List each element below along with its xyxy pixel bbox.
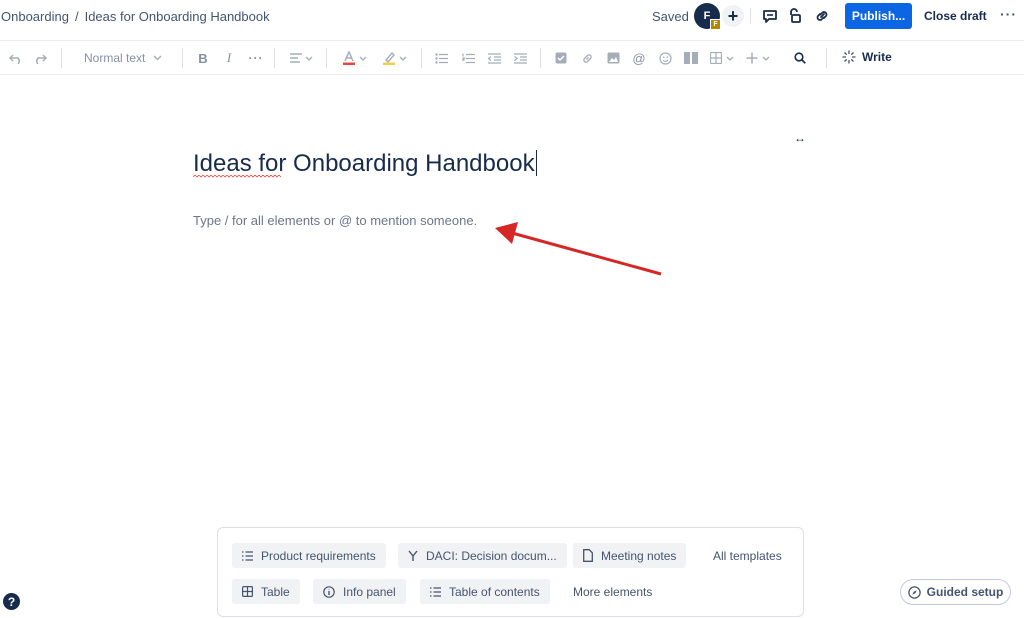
text-color-icon[interactable] — [340, 49, 368, 67]
header-divider — [750, 8, 751, 24]
text-caret — [535, 150, 537, 176]
breadcrumb-page-link[interactable]: Ideas for Onboarding Handbook — [85, 9, 270, 24]
link-icon[interactable] — [812, 6, 832, 26]
template-product-requirements[interactable]: Product requirements — [232, 543, 386, 568]
emoji-icon[interactable] — [657, 49, 673, 67]
chevron-down-icon — [153, 55, 162, 61]
indent-icon[interactable] — [512, 49, 528, 67]
more-elements-link[interactable]: More elements — [573, 579, 652, 604]
toolbar-divider — [61, 48, 62, 68]
editor-toolbar: Normal text B I ··· @ Write — [0, 40, 1024, 75]
list-icon — [242, 550, 253, 561]
top-header: Onboarding / Ideas for Onboarding Handbo… — [0, 0, 1024, 33]
help-icon[interactable]: ? — [3, 593, 20, 610]
chip-label: Table of contents — [449, 584, 540, 599]
branch-icon — [408, 550, 418, 561]
more-formatting-icon[interactable]: ··· — [247, 49, 265, 67]
guided-setup-label: Guided setup — [926, 585, 1004, 599]
text-style-label: Normal text — [84, 51, 146, 65]
breadcrumb-separator: / — [74, 9, 79, 24]
close-draft-button[interactable]: Close draft — [924, 9, 987, 23]
search-icon[interactable] — [792, 49, 808, 67]
redo-icon[interactable] — [32, 49, 48, 67]
bold-icon[interactable]: B — [195, 49, 211, 67]
templates-panel: Product requirements DACI: Decision docu… — [217, 527, 804, 617]
table-icon[interactable] — [707, 49, 737, 67]
highlight-icon[interactable] — [380, 49, 408, 67]
mention-icon[interactable]: @ — [631, 49, 647, 67]
table-icon — [242, 586, 253, 597]
all-templates-link[interactable]: All templates — [713, 543, 782, 568]
toolbar-divider — [182, 48, 183, 68]
text-style-dropdown[interactable]: Normal text — [84, 49, 168, 67]
toolbar-divider — [826, 48, 827, 68]
page-title-text: Ideas for Onboarding Handbook — [193, 150, 535, 177]
toolbar-divider — [326, 48, 327, 68]
avatar-badge: F — [710, 19, 721, 30]
guided-setup-button[interactable]: Guided setup — [900, 579, 1011, 605]
bullet-list-icon[interactable] — [433, 49, 449, 67]
template-daci[interactable]: DACI: Decision docum... — [398, 543, 567, 568]
element-table-of-contents[interactable]: Table of contents — [420, 579, 550, 604]
toolbar-divider — [540, 48, 541, 68]
breadcrumb: Onboarding / Ideas for Onboarding Handbo… — [1, 9, 270, 24]
info-icon — [323, 585, 335, 598]
chip-label: Table — [261, 584, 290, 599]
layout-icon[interactable] — [683, 49, 699, 67]
page-title-input[interactable]: Ideas for Onboarding Handbook — [193, 150, 537, 178]
list-icon — [430, 586, 441, 597]
annotation-arrow — [495, 222, 662, 276]
chip-label: Info panel — [343, 584, 396, 599]
ai-write-icon — [842, 50, 856, 64]
undo-icon[interactable] — [8, 49, 24, 67]
element-table[interactable]: Table — [232, 579, 300, 604]
italic-icon[interactable]: I — [221, 49, 237, 67]
document-icon — [583, 549, 593, 562]
image-icon[interactable] — [605, 49, 621, 67]
chip-label: Product requirements — [261, 548, 376, 563]
more-actions-icon[interactable]: ··· — [1000, 6, 1017, 22]
element-info-panel[interactable]: Info panel — [313, 579, 406, 604]
publish-button[interactable]: Publish... — [845, 3, 912, 29]
expand-width-icon[interactable]: ↔ — [794, 131, 806, 145]
ai-write-button[interactable]: Write — [842, 50, 892, 64]
task-icon[interactable] — [553, 49, 569, 67]
toolbar-divider — [421, 48, 422, 68]
template-meeting-notes[interactable]: Meeting notes — [573, 543, 687, 568]
insert-icon[interactable] — [745, 49, 771, 67]
saved-status: Saved — [652, 9, 689, 24]
add-collaborator-button[interactable]: + — [722, 5, 744, 27]
numbered-list-icon[interactable] — [460, 49, 476, 67]
comment-icon[interactable] — [760, 6, 780, 26]
ai-write-label: Write — [862, 50, 892, 64]
toolbar-divider — [274, 48, 275, 68]
breadcrumb-space-link[interactable]: Onboarding — [1, 9, 69, 24]
chip-label: Meeting notes — [601, 548, 677, 563]
chip-label: DACI: Decision docum... — [426, 548, 557, 563]
restrictions-icon[interactable] — [785, 6, 805, 26]
outdent-icon[interactable] — [486, 49, 502, 67]
compass-icon — [907, 585, 921, 599]
align-icon[interactable] — [288, 49, 314, 67]
editor-placeholder[interactable]: Type / for all elements or @ to mention … — [193, 213, 477, 228]
spellcheck-underline — [193, 175, 282, 178]
insert-link-icon[interactable] — [579, 49, 595, 67]
